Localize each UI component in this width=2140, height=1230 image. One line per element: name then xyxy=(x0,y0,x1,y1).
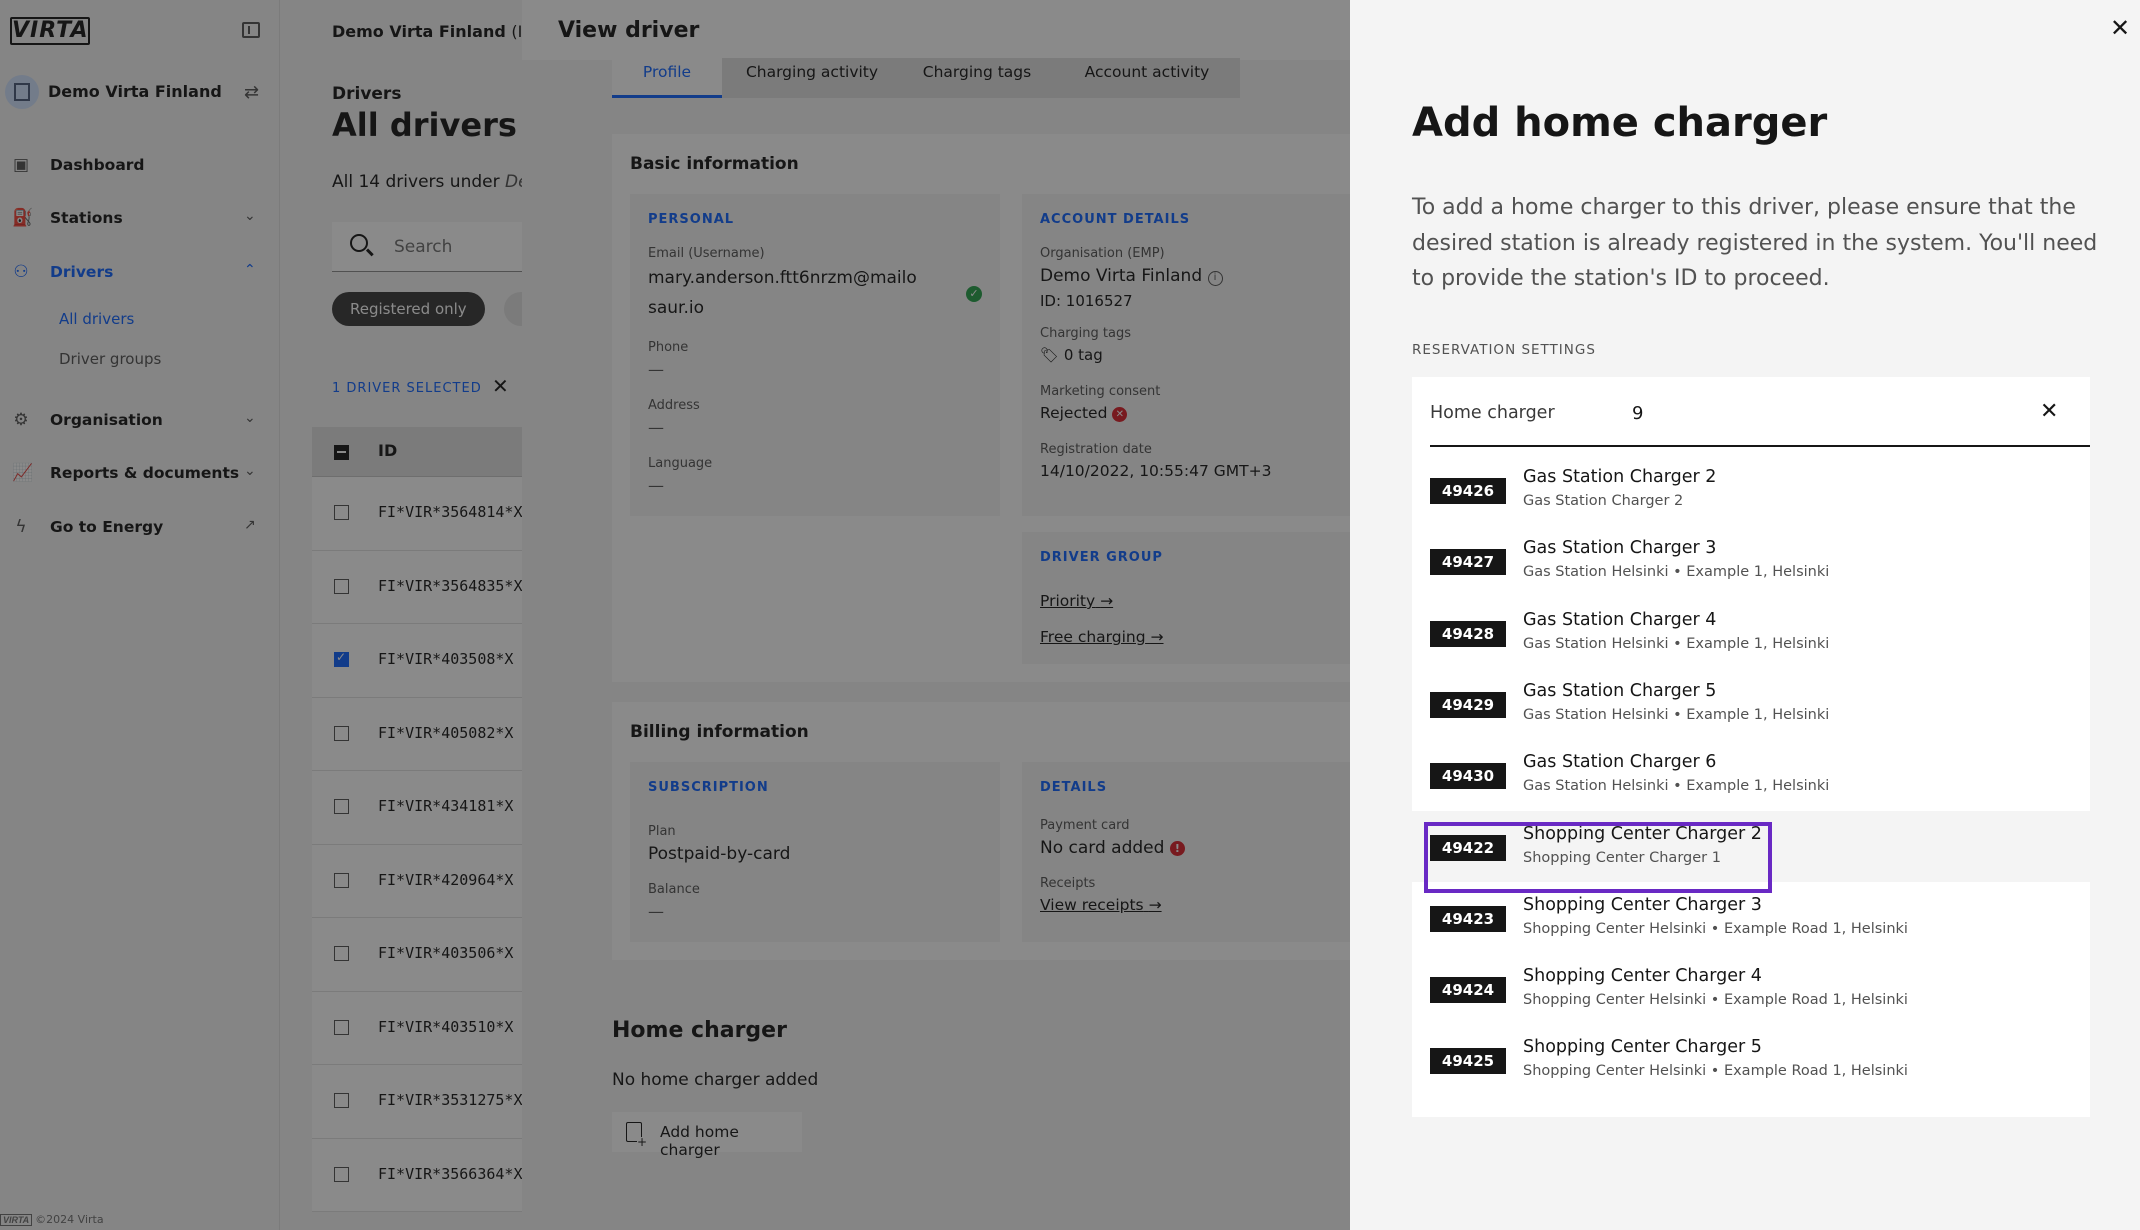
charger-name: Shopping Center Charger 4 xyxy=(1523,966,1762,987)
charger-option[interactable]: 49426 Gas Station Charger 2 Gas Station Ch… xyxy=(1412,454,2090,525)
charger-id-badge: 49424 xyxy=(1430,977,1506,1004)
charger-address: Gas Station Helsinki • Example 1, Helsin… xyxy=(1523,635,1830,652)
charger-name: Gas Station Charger 6 xyxy=(1523,752,1717,773)
home-charger-input[interactable]: Home charger 9 ✕ xyxy=(1430,377,2090,447)
charger-address: Gas Station Helsinki • Example 1, Helsin… xyxy=(1523,564,1830,581)
charger-option[interactable]: 49423 Shopping Center Charger 3 Shopping C… xyxy=(1412,882,2090,953)
charger-name: Gas Station Charger 5 xyxy=(1523,680,1717,701)
home-charger-input-value[interactable]: 9 xyxy=(1632,403,1643,424)
charger-id-badge: 49429 xyxy=(1430,691,1506,718)
modal-backdrop[interactable] xyxy=(0,0,1350,1230)
charger-address: Gas Station Charger 2 xyxy=(1523,493,1684,509)
charger-address: Shopping Center Helsinki • Example Road … xyxy=(1523,1063,1908,1080)
clear-input-icon[interactable]: ✕ xyxy=(2040,399,2058,424)
charger-address: Shopping Center Helsinki • Example Road … xyxy=(1523,920,1908,937)
charger-option[interactable]: 49430 Gas Station Charger 6 Gas Station He… xyxy=(1412,739,2090,810)
charger-name: Shopping Center Charger 3 xyxy=(1523,894,1762,915)
charger-address: Gas Station Helsinki • Example 1, Helsin… xyxy=(1523,706,1830,723)
add-home-charger-description: To add a home charger to this driver, pl… xyxy=(1412,195,2098,291)
charger-option[interactable]: 49427 Gas Station Charger 3 Gas Station He… xyxy=(1412,525,2090,596)
charger-id-badge: 49422 xyxy=(1430,834,1506,861)
charger-id-badge: 49426 xyxy=(1430,478,1506,504)
charger-id-badge: 49430 xyxy=(1430,763,1506,790)
add-home-charger-title: Add home charger xyxy=(1412,100,1828,146)
close-icon[interactable]: ✕ xyxy=(2110,14,2130,42)
charger-option[interactable]: 49428 Gas Station Charger 4 Gas Station He… xyxy=(1412,597,2090,668)
charger-id-badge: 49423 xyxy=(1430,905,1506,932)
reservation-settings-heading: RESERVATION SETTINGS xyxy=(1412,342,1596,358)
charger-id-badge: 49428 xyxy=(1430,620,1506,647)
charger-name: Shopping Center Charger 2 xyxy=(1523,823,1762,844)
home-charger-combobox: Home charger 9 ✕ 49426 Gas Station Charge… xyxy=(1412,377,2090,1117)
charger-id-badge: 49425 xyxy=(1430,1048,1506,1075)
charger-option[interactable]: 49424 Shopping Center Charger 4 Shopping C… xyxy=(1412,953,2090,1024)
charger-option[interactable]: 49422 Shopping Center Charger 2 Shopping C… xyxy=(1412,810,2090,882)
charger-address: Shopping Center Charger 1 xyxy=(1523,849,1721,866)
charger-address: Gas Station Helsinki • Example 1, Helsin… xyxy=(1523,778,1830,795)
charger-name: Gas Station Charger 2 xyxy=(1523,467,1717,487)
charger-name: Shopping Center Charger 5 xyxy=(1523,1037,1762,1058)
add-home-charger-panel: ✕ Add home charger To add a home charger… xyxy=(1350,0,2140,1230)
charger-id-badge: 49427 xyxy=(1430,549,1506,576)
charger-name: Gas Station Charger 3 xyxy=(1523,538,1717,559)
charger-option[interactable]: 49429 Gas Station Charger 5 Gas Station He… xyxy=(1412,668,2090,739)
home-charger-input-label: Home charger xyxy=(1430,403,1555,423)
charger-option[interactable]: 49425 Shopping Center Charger 5 Shopping C… xyxy=(1412,1024,2090,1095)
charger-address: Shopping Center Helsinki • Example Road … xyxy=(1523,992,1908,1009)
charger-name: Gas Station Charger 4 xyxy=(1523,609,1717,630)
